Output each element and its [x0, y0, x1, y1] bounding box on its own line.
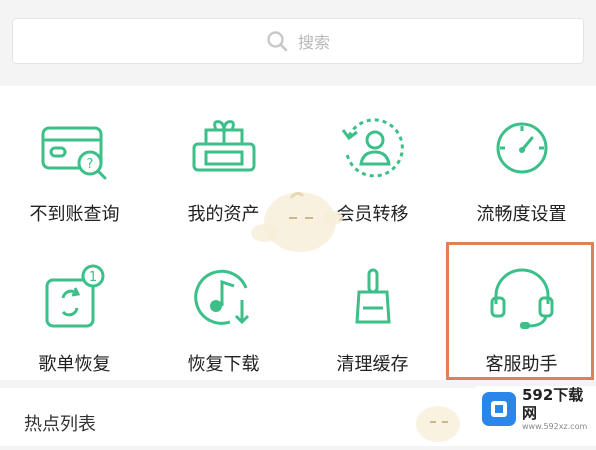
card-question-icon: ?	[35, 108, 115, 188]
playlist-restore-icon: 1	[35, 258, 115, 338]
tile-label: 恢复下载	[187, 354, 260, 375]
music-download-icon	[184, 258, 264, 338]
tile-label: 不到账查询	[29, 204, 120, 225]
site-logo-icon	[482, 392, 516, 426]
search-bar[interactable]: 搜索	[12, 18, 584, 64]
tile-unreceived-query[interactable]: ? 不到账查询	[0, 86, 149, 226]
tile-label: 我的资产	[187, 204, 260, 225]
tile-clear-cache[interactable]: 清理缓存	[298, 236, 447, 376]
tile-restore-download[interactable]: 恢复下载	[149, 236, 298, 376]
tile-label: 会员转移	[336, 204, 409, 225]
headset-icon	[482, 258, 562, 338]
user-transfer-icon	[333, 108, 413, 188]
watermark-url: www.592xz.com	[522, 422, 588, 431]
search-icon	[266, 30, 288, 52]
svg-text:?: ?	[86, 157, 93, 172]
watermark-title: 592下载网	[522, 386, 584, 422]
tile-label: 歌单恢复	[38, 354, 111, 375]
tile-label: 客服助手	[485, 354, 558, 375]
tile-label: 清理缓存	[336, 354, 409, 375]
search-header: 搜索	[0, 0, 596, 80]
search-placeholder: 搜索	[297, 33, 330, 52]
tile-membership-transfer[interactable]: 会员转移	[298, 86, 447, 226]
tools-grid: ? 不到账查询 我的资产 会员转移 流畅度设置 1 歌单恢复 恢复下载 清理缓存…	[0, 86, 596, 380]
gift-box-icon	[184, 108, 264, 188]
badge-count: 1	[88, 270, 96, 285]
speedometer-icon	[482, 108, 562, 188]
tile-fluency-settings[interactable]: 流畅度设置	[447, 86, 596, 226]
site-watermark: 592下载网 www.592xz.com	[476, 386, 596, 432]
broom-icon	[333, 258, 413, 338]
tile-my-assets[interactable]: 我的资产	[149, 86, 298, 226]
tile-playlist-restore[interactable]: 1 歌单恢复	[0, 236, 149, 376]
section-title: 热点列表	[24, 414, 96, 435]
tile-customer-service[interactable]: 客服助手	[447, 236, 596, 376]
tile-label: 流畅度设置	[476, 204, 567, 225]
